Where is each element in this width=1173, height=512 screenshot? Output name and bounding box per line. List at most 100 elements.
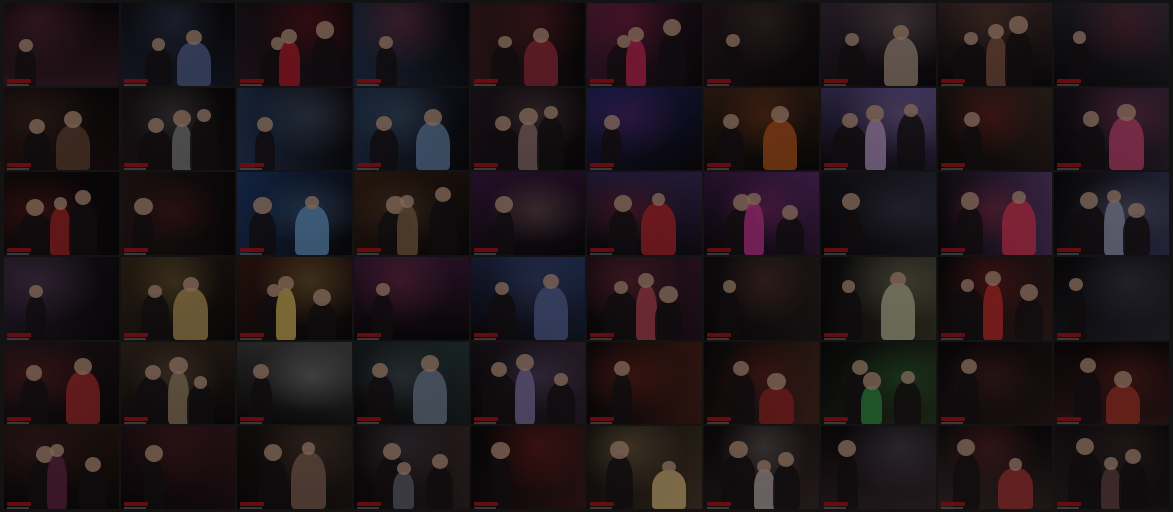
watermark-text: [1057, 337, 1080, 340]
person-silhouette: [1105, 384, 1141, 425]
photo-background: [470, 172, 586, 255]
person-silhouette: [883, 36, 919, 86]
person-silhouette: [880, 283, 915, 340]
watermark-text: [940, 506, 963, 509]
person-silhouette: [1100, 466, 1122, 509]
person-head: [1012, 190, 1026, 204]
person-head: [148, 284, 162, 298]
photo-tile: [704, 172, 819, 255]
photo-tile: [587, 3, 703, 86]
person-head: [63, 110, 82, 129]
watermark-logo: [590, 417, 615, 422]
person-silhouette: [753, 469, 775, 509]
photo-tile: [237, 172, 353, 255]
person-head: [305, 195, 319, 209]
watermark-logo: [707, 247, 732, 252]
photo-tile: [1054, 426, 1169, 509]
watermark-logo: [7, 247, 31, 252]
watermark-text: [7, 506, 29, 509]
photo-tile: [4, 426, 119, 509]
watermark-text: [357, 252, 380, 255]
watermark-text: [240, 83, 263, 86]
watermark-logo: [940, 332, 965, 337]
watermark-text: [823, 252, 846, 255]
person-silhouette: [1073, 369, 1102, 425]
watermark-text: [590, 506, 613, 509]
person-silhouette: [190, 118, 218, 171]
watermark-text: [357, 506, 380, 509]
photo-tile: [1054, 87, 1169, 171]
photo-tile: [937, 426, 1053, 509]
person-silhouette: [514, 368, 536, 425]
person-head: [25, 365, 42, 381]
person-head: [613, 194, 633, 213]
watermark-text: [240, 506, 263, 509]
watermark-text: [123, 252, 146, 255]
person-head: [74, 189, 91, 205]
person-head: [400, 194, 415, 208]
watermark-logo: [123, 417, 148, 422]
watermark-logo: [473, 501, 498, 506]
watermark-text: [823, 337, 846, 340]
person-silhouette: [658, 32, 686, 86]
person-silhouette: [605, 455, 634, 509]
person-head: [767, 373, 786, 391]
person-silhouette: [641, 202, 676, 255]
person-silhouette: [168, 370, 189, 425]
person-head: [732, 360, 749, 376]
watermark-logo: [7, 78, 31, 83]
watermark-logo: [1057, 332, 1082, 337]
person-silhouette: [536, 115, 565, 171]
watermark-text: [1057, 506, 1080, 509]
photo-tile: [4, 341, 119, 425]
person-head: [963, 32, 978, 46]
person-head: [659, 286, 678, 304]
photo-tile: [237, 341, 353, 425]
watermark-logo: [590, 501, 615, 506]
person-silhouette: [173, 288, 208, 340]
watermark-text: [7, 252, 29, 255]
person-head: [494, 195, 514, 213]
person-silhouette: [861, 386, 883, 425]
person-head: [1113, 370, 1133, 388]
photo-tile: [820, 256, 936, 340]
photo-tile: [470, 3, 586, 86]
watermark-text: [823, 83, 846, 86]
person-head: [197, 108, 211, 122]
watermark-text: [707, 506, 730, 509]
person-head: [900, 370, 915, 384]
watermark-logo: [357, 247, 382, 252]
watermark-text: [590, 252, 613, 255]
photo-tile: [470, 172, 586, 255]
photo-collage: [0, 0, 1173, 512]
watermark-text: [240, 252, 263, 255]
person-head: [543, 106, 558, 120]
person-head: [1009, 16, 1028, 34]
photo-tile: [937, 87, 1053, 171]
photo-tile: [354, 172, 469, 255]
person-silhouette: [893, 380, 922, 425]
watermark-text: [823, 168, 846, 171]
person-silhouette: [176, 41, 212, 86]
photo-tile: [120, 3, 236, 86]
watermark-text: [123, 422, 146, 425]
watermark-text: [240, 337, 263, 340]
person-silhouette: [727, 372, 755, 425]
person-head: [1107, 190, 1122, 203]
watermark-text: [707, 337, 730, 340]
person-head: [1019, 283, 1039, 301]
person-silhouette: [518, 121, 539, 171]
watermark-logo: [357, 163, 382, 168]
watermark-text: [123, 83, 146, 86]
person-head: [844, 33, 859, 46]
person-silhouette: [291, 451, 326, 509]
person-silhouette: [654, 299, 683, 340]
photo-background: [704, 3, 819, 86]
watermark-text: [590, 83, 613, 86]
photo-tile: [587, 256, 703, 340]
person-head: [1117, 103, 1136, 121]
watermark-logo: [590, 163, 615, 168]
person-head: [862, 372, 881, 390]
watermark-logo: [123, 332, 148, 337]
watermark-text: [1057, 168, 1080, 171]
